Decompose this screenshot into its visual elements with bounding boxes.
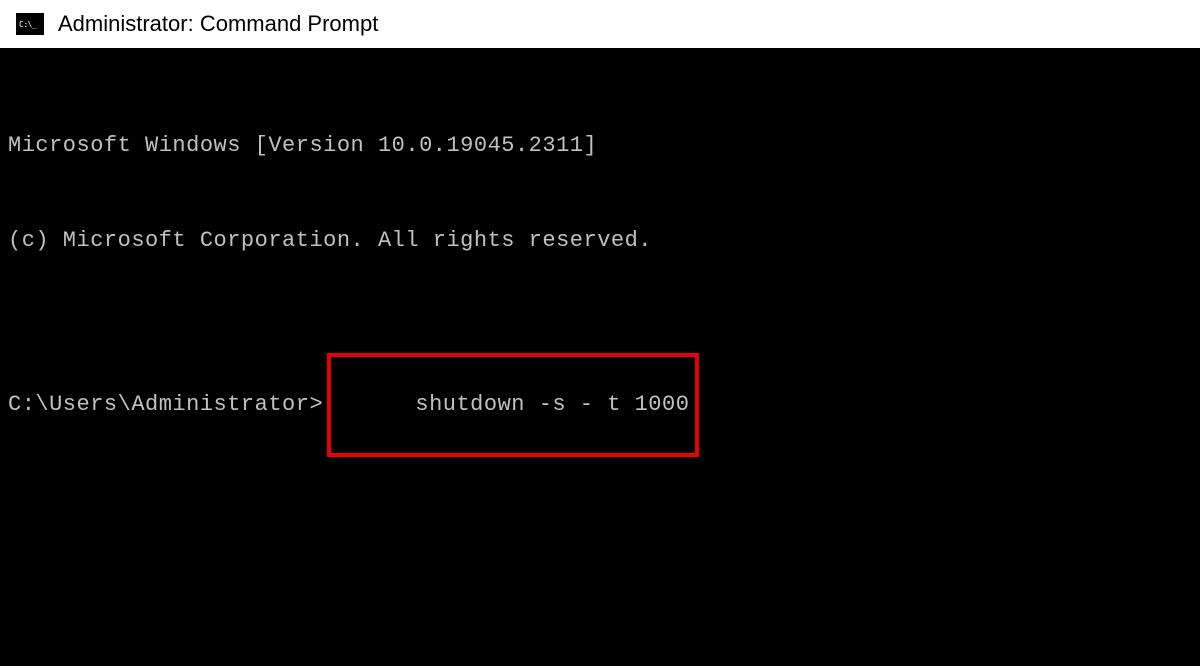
prompt-path: C:\Users\Administrator> [8,389,323,421]
command-input[interactable]: shutdown -s - t 1000 [415,392,689,417]
window-title: Administrator: Command Prompt [58,11,378,37]
terminal-output-line: Microsoft Windows [Version 10.0.19045.23… [8,130,1192,162]
terminal-area[interactable]: Microsoft Windows [Version 10.0.19045.23… [0,48,1200,666]
command-highlight: shutdown -s - t 1000 [327,353,699,457]
cmd-icon [16,13,44,35]
titlebar[interactable]: Administrator: Command Prompt [0,0,1200,48]
prompt-line: C:\Users\Administrator> shutdown -s - t … [8,353,1192,457]
terminal-output-line: (c) Microsoft Corporation. All rights re… [8,225,1192,257]
